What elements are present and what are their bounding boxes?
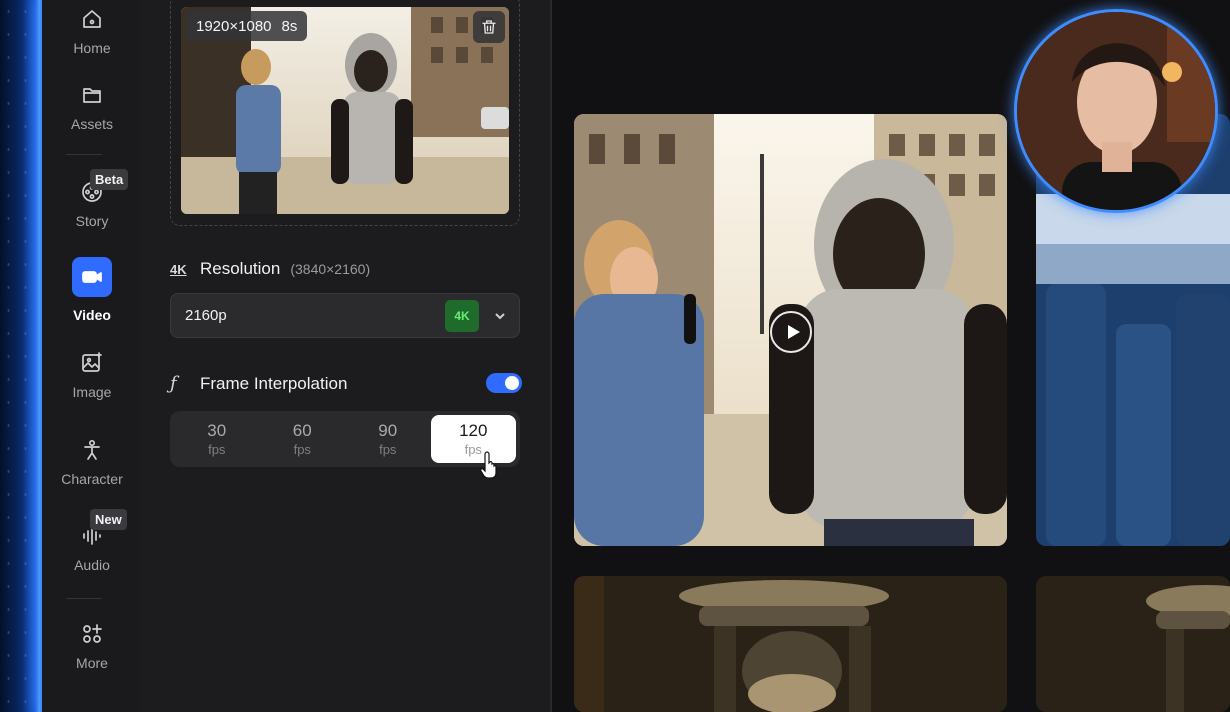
fps-unit: fps bbox=[379, 442, 397, 457]
trash-icon bbox=[482, 20, 496, 34]
fps-option-30[interactable]: 30 fps bbox=[174, 415, 260, 463]
image-icon bbox=[77, 348, 107, 378]
fps-option-120[interactable]: 120 fps bbox=[430, 415, 516, 463]
sidebar-item-assets[interactable]: Assets bbox=[42, 80, 142, 132]
function-icon: ƒ bbox=[170, 373, 177, 394]
sidebar-item-story[interactable]: Beta Story bbox=[42, 169, 142, 229]
fps-selector: 30 fps 60 fps 90 fps 120 fps bbox=[170, 411, 520, 467]
character-icon bbox=[77, 435, 107, 465]
interpolation-header: ƒ Frame Interpolation bbox=[170, 373, 347, 394]
fps-value: 120 bbox=[459, 421, 488, 440]
fps-unit: fps bbox=[208, 442, 226, 457]
resolution-title: Resolution bbox=[200, 259, 281, 278]
fps-unit: fps bbox=[293, 442, 311, 457]
delete-reference-button[interactable] bbox=[473, 11, 505, 43]
new-badge: New bbox=[90, 509, 127, 530]
sidebar-item-label: Character bbox=[61, 471, 123, 487]
resolution-select[interactable]: 2160p 4K bbox=[170, 293, 520, 338]
resolution-header: 4K Resolution (3840×2160) bbox=[170, 259, 370, 279]
resolution-subtitle: (3840×2160) bbox=[290, 261, 371, 277]
4k-icon: 4K bbox=[170, 261, 187, 277]
reference-dimensions: 1920×1080 bbox=[196, 17, 272, 35]
interpolation-title: Frame Interpolation bbox=[200, 373, 348, 393]
interpolation-toggle[interactable] bbox=[486, 373, 522, 393]
fps-option-60[interactable]: 60 fps bbox=[260, 415, 346, 463]
sidebar: Home Assets Beta Story Video Image Chara… bbox=[40, 0, 140, 712]
fps-option-90[interactable]: 90 fps bbox=[345, 415, 431, 463]
reference-meta-tag: 1920×1080 8s bbox=[186, 11, 308, 41]
grid-plus-icon bbox=[77, 619, 107, 649]
sidebar-item-label: Audio bbox=[74, 557, 110, 573]
quality-badge: 4K bbox=[445, 299, 479, 332]
reference-duration: 8s bbox=[281, 17, 298, 35]
sidebar-item-label: Assets bbox=[70, 116, 113, 132]
sidebar-item-label: Home bbox=[73, 40, 111, 56]
sidebar-item-label: Image bbox=[72, 384, 112, 400]
sidebar-item-label: More bbox=[76, 655, 108, 671]
video-thumbnail bbox=[574, 576, 1007, 712]
video-settings-panel: 1920×1080 8s 4K Resolution (3840×2160) 2… bbox=[140, 0, 550, 712]
fps-value: 60 bbox=[292, 421, 312, 440]
play-icon bbox=[787, 325, 800, 339]
video-thumbnail bbox=[1036, 576, 1230, 712]
webcam-overlay bbox=[1014, 9, 1218, 213]
folder-icon bbox=[77, 80, 107, 110]
resolution-selected-value: 2160p bbox=[185, 307, 227, 324]
sidebar-item-character[interactable]: Character bbox=[42, 435, 142, 487]
fps-value: 30 bbox=[207, 421, 227, 440]
sidebar-item-label: Story bbox=[75, 213, 109, 229]
left-glow-strip bbox=[0, 0, 40, 712]
sidebar-divider bbox=[66, 154, 102, 155]
play-button[interactable] bbox=[770, 311, 812, 353]
video-camera-icon bbox=[72, 257, 112, 297]
chevron-down-icon bbox=[493, 309, 507, 323]
video-card-hourglass[interactable] bbox=[574, 576, 1007, 712]
sidebar-item-video[interactable]: Video bbox=[42, 257, 142, 323]
sidebar-item-home[interactable]: Home bbox=[42, 4, 142, 56]
beta-badge: Beta bbox=[90, 169, 129, 190]
fps-value: 90 bbox=[378, 421, 398, 440]
sidebar-item-more[interactable]: More bbox=[42, 619, 142, 671]
sidebar-divider bbox=[66, 598, 102, 599]
sidebar-item-image[interactable]: Image bbox=[42, 348, 142, 400]
sidebar-item-label: Video bbox=[73, 307, 111, 323]
video-card-hourglass-2[interactable] bbox=[1036, 576, 1230, 712]
hand-cursor-icon bbox=[480, 451, 497, 478]
sidebar-item-audio[interactable]: New Audio bbox=[42, 509, 142, 573]
home-icon bbox=[77, 4, 107, 34]
webcam-image bbox=[1017, 12, 1215, 210]
